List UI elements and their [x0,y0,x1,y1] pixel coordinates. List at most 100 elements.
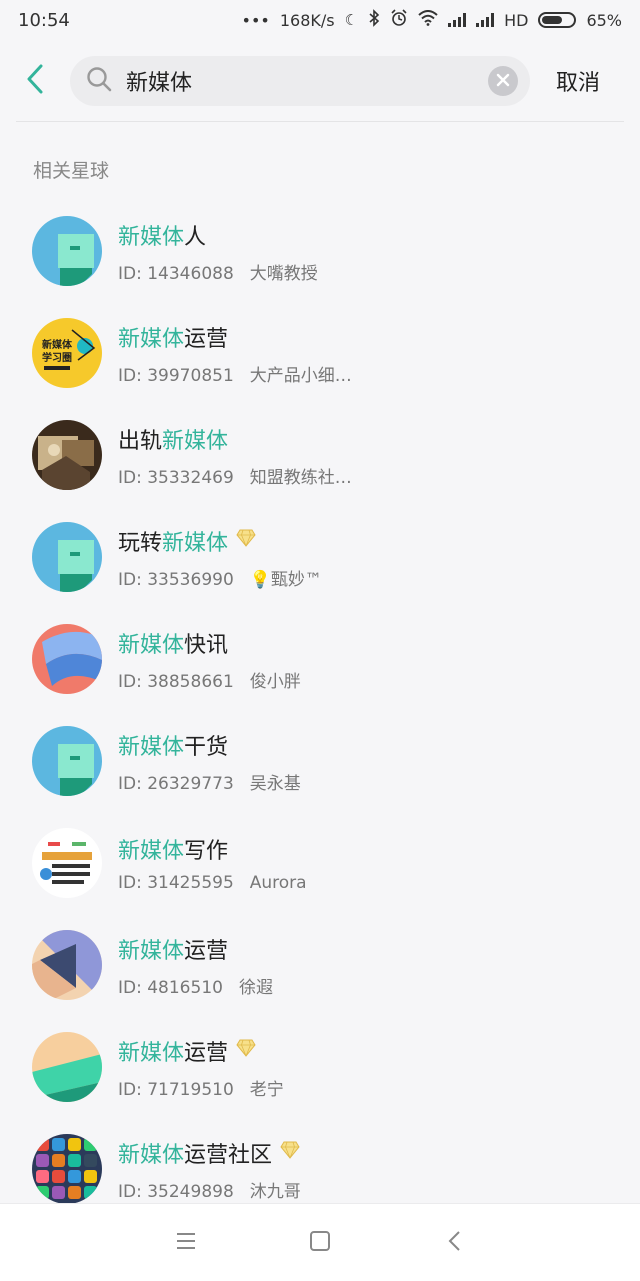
result-info: 新媒体 干货 ID: 26329773 吴永基 [118,729,301,794]
result-item[interactable]: 新媒体 学习圈 新媒体 运营 ID: 39970851 大产品小细… [0,302,640,404]
result-name-match: 新媒体 [118,632,185,658]
search-input[interactable] [124,67,468,95]
result-owner: Aurora [249,873,307,893]
result-owner: 老宁 [249,1079,284,1100]
result-meta: ID: 26329773 吴永基 [118,769,301,794]
result-info: 新媒体 运营 ID: 4816510 徐遐 [118,933,273,998]
result-name-match: 新媒体 [118,326,185,352]
result-avatar [32,216,102,286]
nav-back-button[interactable] [387,1213,521,1273]
result-item[interactable]: 新媒体人 ID: 14346088 大嘴教授 [0,200,640,302]
back-button[interactable] [0,51,70,111]
result-name-match: 新媒体 [118,734,185,760]
result-avatar [32,522,102,592]
result-owner: 徐遐 [238,977,273,998]
result-name-prefix: 出轨 [118,428,163,454]
signal-icon [448,13,467,27]
result-name-suffix: 干货 [184,734,229,760]
result-name-suffix: 写作 [184,839,229,864]
result-avatar [32,828,102,898]
cancel-button[interactable]: 取消 [556,65,600,97]
moon-icon: ☾ [344,11,359,29]
status-time: 10:54 [18,9,70,31]
result-avatar: 新媒体 学习圈 [32,318,102,388]
result-id: ID: 26329773 [118,773,234,794]
result-meta: ID: 35249898 沐九哥 [118,1177,301,1202]
result-id: ID: 39970851 [118,365,234,386]
result-item[interactable]: 新媒体 写作 ID: 31425595 Aurora [0,812,640,914]
result-name-match: 新媒体 [162,428,229,454]
result-avatar [32,930,102,1000]
result-name: 新媒体 运营 [118,1035,284,1067]
result-name-suffix: 运营 [184,1040,229,1066]
result-owner: 大产品小细… [249,365,352,386]
result-name-match: 新媒体 [162,530,229,556]
bluetooth-icon [368,9,380,31]
result-name: 新媒体 写作 [118,833,307,865]
result-item[interactable]: 新媒体 运营 ID: 71719510 老宁 [0,1016,640,1118]
result-avatar [32,624,102,694]
result-avatar [32,420,102,490]
result-item[interactable]: 新媒体 干货 ID: 26329773 吴永基 [0,710,640,812]
result-item[interactable]: 出轨 新媒体 ID: 35332469 知盟教练社… [0,404,640,506]
result-name-suffix: 人 [184,224,207,250]
result-name: 新媒体人 [118,219,318,251]
net-speed: 168K/s [279,10,335,30]
result-name-suffix: 快讯 [184,632,229,658]
result-owner: 沐九哥 [249,1181,301,1202]
hd-label: HD [504,10,529,30]
search-box[interactable] [70,56,530,106]
battery-percent: 65% [586,10,622,30]
status-icons: ••• 168K/s ☾ HD 65% [242,9,622,31]
result-name-match: 新媒体 [118,839,185,864]
result-name-match: 新媒体 [118,1142,185,1168]
result-id: ID: 31425595 [118,873,234,893]
result-owner: 俊小胖 [249,671,301,692]
result-avatar [32,1134,102,1204]
result-info: 出轨 新媒体 ID: 35332469 知盟教练社… [118,423,352,488]
result-name-suffix: 运营 [184,938,229,964]
result-info: 玩转 新媒体 ID: 33536990 💡甄妙™ [118,525,322,590]
alarm-icon [390,9,408,31]
result-meta: ID: 33536990 💡甄妙™ [118,565,322,590]
result-info: 新媒体 运营社区 ID: 35249898 沐九哥 [118,1137,301,1202]
result-name: 新媒体 运营社区 [118,1137,301,1169]
battery-icon [538,12,577,28]
result-name-match: 新媒体 [118,1040,185,1066]
status-bar: 10:54 ••• 168K/s ☾ HD 65% [0,0,640,40]
status-dots: ••• [241,10,270,30]
nav-home-button[interactable] [253,1213,387,1273]
result-name: 新媒体 快讯 [118,627,301,659]
result-info: 新媒体人 ID: 14346088 大嘴教授 [118,219,318,284]
result-owner: 💡甄妙™ [249,569,322,590]
svg-text:学习圈: 学习圈 [42,351,72,364]
result-owner: 吴永基 [249,773,301,794]
chevron-left-icon [25,63,45,99]
diamond-icon [236,1038,256,1063]
result-item[interactable]: 新媒体 快讯 ID: 38858661 俊小胖 [0,608,640,710]
result-item[interactable]: 新媒体 运营 ID: 4816510 徐遐 [0,914,640,1016]
result-id: ID: 33536990 [118,569,234,590]
result-id: ID: 35249898 [118,1181,234,1202]
result-item[interactable]: 玩转 新媒体 ID: 33536990 💡甄妙™ [0,506,640,608]
search-header: 取消 [0,40,640,122]
result-meta: ID: 71719510 老宁 [118,1075,284,1100]
system-nav-bar [0,1203,640,1281]
result-name: 新媒体 运营 [118,933,273,965]
result-id: ID: 4816510 [118,977,223,998]
results-list: 新媒体人 ID: 14346088 大嘴教授 新媒体 学习圈 新媒体 运营 ID: 39… [0,200,640,1220]
result-meta: ID: 38858661 俊小胖 [118,667,301,692]
diamond-icon [280,1140,300,1165]
signal-icon-2 [476,13,495,27]
clear-button[interactable] [488,66,518,96]
nav-menu-button[interactable] [119,1213,253,1273]
clear-icon [496,72,510,91]
result-name: 新媒体 干货 [118,729,301,761]
section-title: 相关星球 [33,160,110,182]
result-info: 新媒体 写作 ID: 31425595 Aurora [118,833,307,893]
result-name-suffix: 运营社区 [184,1142,273,1168]
result-id: ID: 14346088 [118,263,234,284]
wifi-icon [418,10,438,30]
result-name-suffix: 运营 [184,326,229,352]
result-info: 新媒体 快讯 ID: 38858661 俊小胖 [118,627,301,692]
